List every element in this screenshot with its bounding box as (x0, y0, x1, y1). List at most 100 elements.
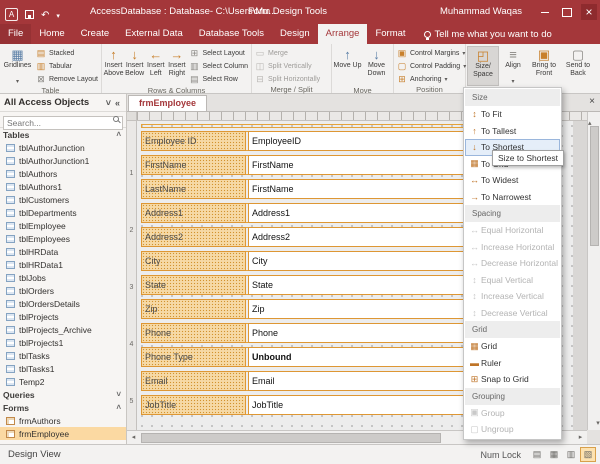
nav-item-table[interactable]: tblHRData (0, 245, 126, 258)
size-space-button[interactable]: ◰ Size/ Space (467, 46, 499, 86)
close-button[interactable] (581, 4, 597, 20)
tab-home[interactable]: Home (31, 24, 72, 44)
nav-item-table[interactable]: tblTasks (0, 349, 126, 362)
select-layout-button[interactable]: ⊞ Select Layout (187, 47, 250, 59)
nav-section-forms[interactable]: Forms (0, 401, 126, 414)
field-label[interactable]: Zip (141, 299, 246, 319)
collapse-icon[interactable] (116, 130, 121, 139)
menu-item[interactable]: ↔ Equal Horizontal (465, 222, 560, 239)
tab-external-data[interactable]: External Data (117, 24, 191, 44)
nav-item-table[interactable]: tblJobs (0, 271, 126, 284)
field-label[interactable]: Email (141, 371, 246, 391)
collapse-icon[interactable] (116, 403, 121, 412)
document-tab-frmEmployee[interactable]: frmEmployee (128, 95, 207, 111)
view-shortcut-button[interactable]: ▧ (580, 447, 596, 462)
menu-item[interactable]: ↕ To Fit (465, 106, 560, 123)
field-label[interactable]: Phone Type (141, 347, 246, 367)
nav-item-form[interactable]: frmEmployee (0, 427, 126, 440)
control-margins-button[interactable]: ▣ Control Margins (395, 47, 468, 59)
scroll-left-icon[interactable] (127, 431, 140, 444)
nav-item-table[interactable]: tblEmployee (0, 219, 126, 232)
tab-design[interactable]: Design (272, 24, 318, 44)
menu-item[interactable]: ↔ Decrease Horizontal (465, 255, 560, 272)
nav-item-table[interactable]: tblAuthorJunction1 (0, 154, 126, 167)
gridlines-button[interactable]: ▦ Gridlines (1, 46, 34, 86)
field-label[interactable]: Employee ID (141, 131, 246, 151)
menu-item[interactable]: ↕ Increase Vertical (465, 288, 560, 305)
field-label[interactable]: State (141, 275, 246, 295)
horizontal-scroll-thumb[interactable] (141, 433, 441, 443)
search-input[interactable] (3, 116, 123, 130)
insert-below-button[interactable]: ↓ Insert Below (124, 46, 145, 86)
field-label[interactable]: LastName (141, 179, 246, 199)
nav-item-table[interactable]: tblDepartments (0, 206, 126, 219)
nav-item-table[interactable]: tblOrdersDetails (0, 297, 126, 310)
tab-format[interactable]: Format (367, 24, 413, 44)
nav-item-table[interactable]: tblOrders (0, 284, 126, 297)
nav-item-table[interactable]: tblProjects (0, 310, 126, 323)
select-row-button[interactable]: ▤ Select Row (187, 73, 250, 85)
insert-above-button[interactable]: ↑ Insert Above (103, 46, 124, 86)
field-label[interactable]: Address1 (141, 203, 246, 223)
tabular-button[interactable]: ▥ Tabular (34, 60, 100, 72)
menu-item[interactable]: Size (465, 89, 560, 106)
insert-right-button[interactable]: → Insert Right (166, 46, 187, 86)
menu-item[interactable]: ↔ Increase Horizontal (465, 239, 560, 256)
view-shortcut-button[interactable]: ▥ (563, 447, 579, 462)
split-horizontally-button[interactable]: ⊟ Split Horizontally (253, 73, 322, 85)
view-shortcut-button[interactable]: ▦ (546, 447, 562, 462)
menu-item[interactable]: ▣ Group (465, 405, 560, 422)
split-vertically-button[interactable]: ◫ Split Vertically (253, 60, 322, 72)
nav-item-table[interactable]: tblEmployees (0, 232, 126, 245)
expand-icon[interactable] (116, 390, 121, 399)
menu-item[interactable]: ▦ Grid (465, 338, 560, 355)
tab-database-tools[interactable]: Database Tools (191, 24, 272, 44)
nav-section-queries[interactable]: Queries (0, 388, 126, 401)
tab-create[interactable]: Create (73, 24, 118, 44)
tab-arrange[interactable]: Arrange (318, 24, 368, 44)
vertical-scroll-thumb[interactable] (590, 126, 599, 246)
document-close-icon[interactable] (589, 96, 595, 107)
signed-in-user[interactable]: Muhammad Waqas (440, 6, 522, 17)
scroll-right-icon[interactable] (574, 431, 587, 444)
minimize-button[interactable] (537, 4, 553, 20)
anchoring-button[interactable]: ⊞ Anchoring (395, 73, 468, 85)
menu-item[interactable]: Spacing (465, 205, 560, 222)
nav-item-table[interactable]: tblAuthors1 (0, 180, 126, 193)
menu-item[interactable]: ↕ Equal Vertical (465, 272, 560, 289)
field-label[interactable]: Phone (141, 323, 246, 343)
move-up-button[interactable]: ↑ Move Up (333, 46, 362, 86)
nav-item-table[interactable]: tblHRData1 (0, 258, 126, 271)
menu-item[interactable]: ↑ To Tallest (465, 123, 560, 140)
menu-item[interactable]: ↔ To Widest (465, 172, 560, 189)
tell-me-box[interactable]: Tell me what you want to do (424, 24, 552, 44)
move-down-button[interactable]: ↓ Move Down (362, 46, 391, 86)
field-label[interactable]: Address2 (141, 227, 246, 247)
scroll-down-icon[interactable] (592, 417, 600, 430)
align-button[interactable]: ≡ Align (499, 46, 527, 86)
bring-to-front-button[interactable]: ▣ Bring to Front (527, 46, 561, 86)
menu-item[interactable]: Grid (465, 321, 560, 338)
nav-item-table[interactable]: tblAuthors (0, 167, 126, 180)
menu-item[interactable]: ⊞ Snap to Grid (465, 371, 560, 388)
view-shortcut-button[interactable]: ▤ (529, 447, 545, 462)
nav-item-table[interactable]: tblCustomers (0, 193, 126, 206)
merge-button[interactable]: ▭ Merge (253, 47, 322, 59)
field-label[interactable]: FirstName (141, 155, 246, 175)
field-label[interactable]: JobTitle (141, 395, 246, 415)
save-icon[interactable] (25, 10, 34, 19)
menu-item[interactable]: → To Narrowest (465, 189, 560, 206)
nav-item-table[interactable]: tblProjects1 (0, 336, 126, 349)
nav-item-table[interactable]: Temp2 (0, 375, 126, 388)
field-label[interactable]: City (141, 251, 246, 271)
maximize-button[interactable] (559, 4, 575, 20)
quick-access-customize-icon[interactable] (56, 5, 60, 23)
remove-layout-button[interactable]: ⊠ Remove Layout (34, 73, 100, 85)
menu-item[interactable]: Grouping (465, 388, 560, 405)
stacked-button[interactable]: ▤ Stacked (34, 47, 100, 59)
vertical-scrollbar[interactable] (587, 112, 600, 430)
control-padding-button[interactable]: ▢ Control Padding (395, 60, 468, 72)
select-column-button[interactable]: ▥ Select Column (187, 60, 250, 72)
menu-item[interactable]: ↕ Decrease Vertical (465, 305, 560, 322)
menu-item[interactable]: ▬ Ruler (465, 355, 560, 372)
